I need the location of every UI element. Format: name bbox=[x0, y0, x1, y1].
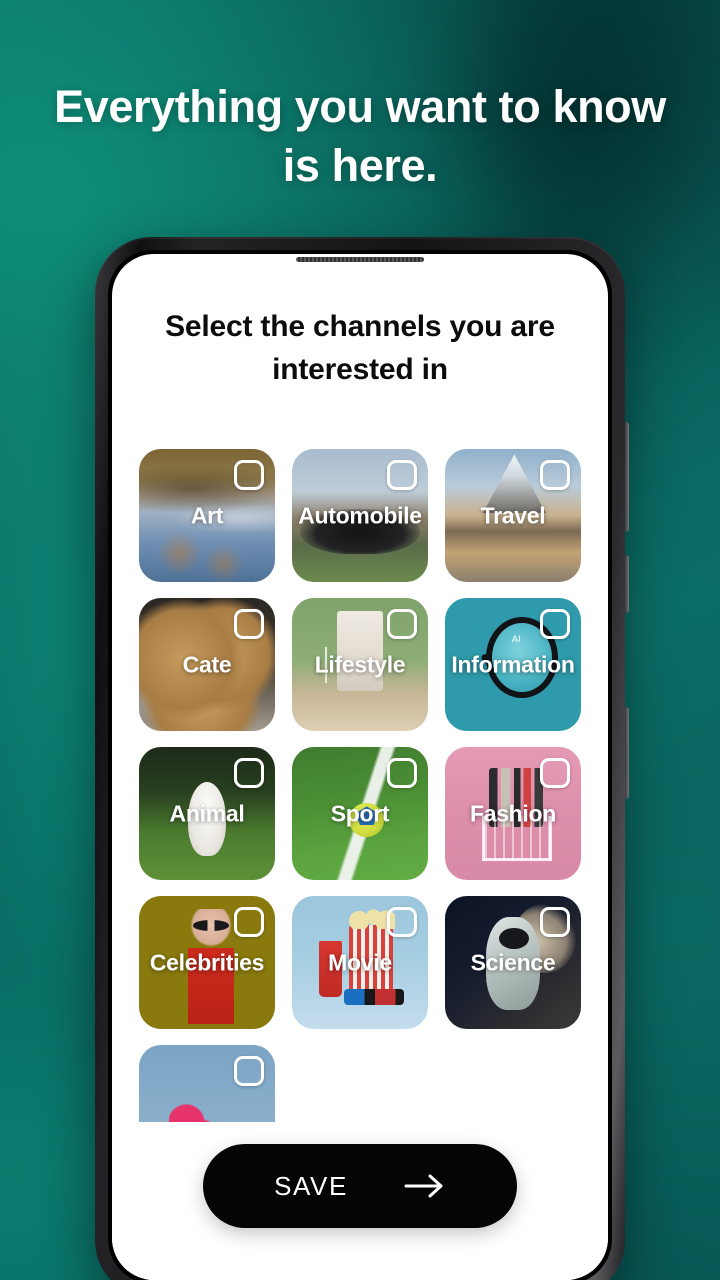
channel-card-label: Automobile bbox=[298, 502, 422, 528]
channel-card-label: Science bbox=[470, 949, 556, 975]
channel-checkbox[interactable] bbox=[540, 758, 570, 788]
channel-card[interactable]: Science bbox=[445, 896, 581, 1029]
volume-up-button[interactable] bbox=[625, 422, 629, 532]
channel-card-label: Cate bbox=[182, 651, 232, 677]
3d-glasses-icon bbox=[343, 989, 404, 1006]
save-bar: SAVE bbox=[112, 1132, 608, 1280]
channel-grid: Art Automobile Travel Cate Lifestyle AI Inform… bbox=[112, 449, 608, 1132]
channel-card[interactable]: Travel bbox=[445, 449, 581, 582]
volume-down-button[interactable] bbox=[625, 555, 629, 613]
channel-card[interactable]: Automobile bbox=[292, 449, 428, 582]
save-button[interactable]: SAVE bbox=[203, 1144, 517, 1228]
earpiece-speaker-icon bbox=[296, 257, 424, 262]
channel-checkbox[interactable] bbox=[540, 460, 570, 490]
channel-card-label: Lifestyle bbox=[314, 651, 406, 677]
grid-bottom-mask bbox=[112, 1122, 608, 1132]
screen-title: Select the channels you are interested i… bbox=[165, 310, 555, 386]
channel-card[interactable]: Animal bbox=[139, 747, 275, 880]
page-headline: Everything you want to know is here. bbox=[54, 81, 666, 191]
channel-checkbox[interactable] bbox=[234, 907, 264, 937]
phone-mockup-frame: Select the channels you are interested i… bbox=[95, 237, 629, 1280]
channel-card[interactable]: Movie bbox=[292, 896, 428, 1029]
phone-bezel: Select the channels you are interested i… bbox=[108, 250, 612, 1280]
channel-checkbox[interactable] bbox=[234, 758, 264, 788]
channel-checkbox[interactable] bbox=[387, 758, 417, 788]
arrow-right-icon bbox=[404, 1174, 443, 1198]
channel-card-label: Fashion bbox=[469, 800, 557, 826]
channel-checkbox[interactable] bbox=[234, 1056, 264, 1086]
channel-card[interactable]: Lifestyle bbox=[292, 598, 428, 731]
channel-card[interactable]: Fashion bbox=[445, 747, 581, 880]
save-button-label: SAVE bbox=[274, 1170, 348, 1201]
channel-card-label: Celebrities bbox=[149, 949, 265, 975]
channel-card-label: Movie bbox=[328, 949, 392, 975]
channel-card-label: Information bbox=[451, 651, 575, 677]
channel-checkbox[interactable] bbox=[387, 907, 417, 937]
channel-checkbox[interactable] bbox=[540, 907, 570, 937]
channel-checkbox[interactable] bbox=[540, 609, 570, 639]
channel-card[interactable]: Sport bbox=[292, 747, 428, 880]
channel-checkbox[interactable] bbox=[234, 609, 264, 639]
channel-checkbox[interactable] bbox=[387, 609, 417, 639]
channel-card-label: Travel bbox=[480, 502, 546, 528]
channel-card-label: Sport bbox=[330, 800, 390, 826]
channel-card[interactable]: Art bbox=[139, 449, 275, 582]
channel-card[interactable]: AI Information bbox=[445, 598, 581, 731]
channel-card[interactable]: Cate bbox=[139, 598, 275, 731]
power-button[interactable] bbox=[625, 707, 629, 799]
channel-card-label: Animal bbox=[169, 800, 245, 826]
phone-screen: Select the channels you are interested i… bbox=[112, 254, 608, 1280]
channel-checkbox[interactable] bbox=[387, 460, 417, 490]
channel-card[interactable]: Celebrities bbox=[139, 896, 275, 1029]
channel-card[interactable] bbox=[139, 1045, 275, 1132]
channel-card-label: Art bbox=[190, 502, 224, 528]
channel-checkbox[interactable] bbox=[234, 460, 264, 490]
ai-glyph: AI bbox=[511, 633, 521, 644]
sunglasses-icon bbox=[193, 919, 229, 931]
